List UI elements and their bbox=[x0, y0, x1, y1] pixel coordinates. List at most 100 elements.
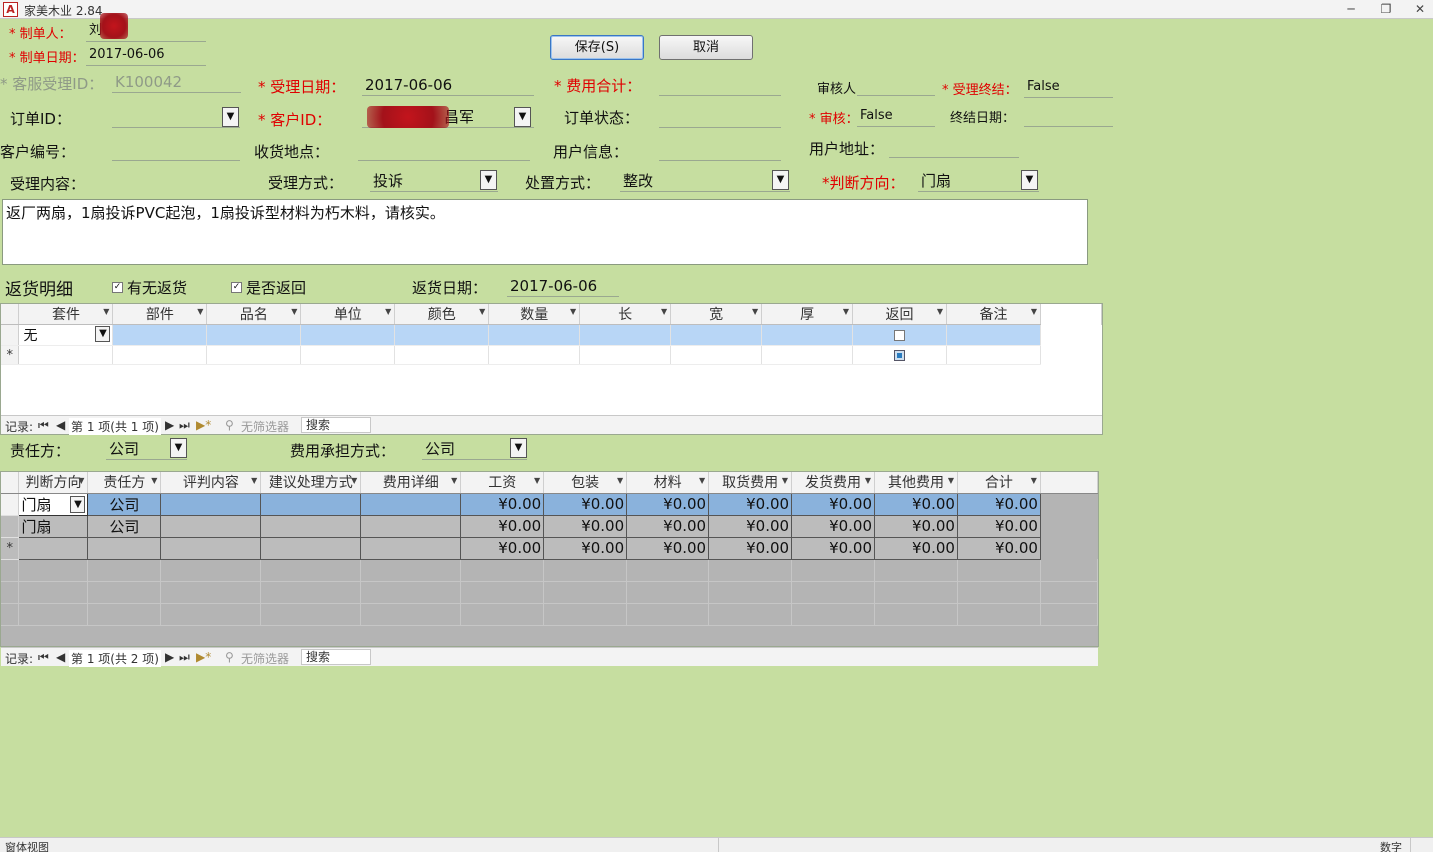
sort-arrow-icon[interactable]: ▼ bbox=[1031, 476, 1037, 485]
user-info-field[interactable] bbox=[659, 139, 781, 161]
next-record-icon[interactable]: ▶ bbox=[165, 418, 174, 432]
filter-icon[interactable]: ⚲ bbox=[225, 418, 234, 432]
total-cell[interactable]: ¥0.00 bbox=[957, 515, 1041, 538]
judge-dir-dropdown-icon[interactable]: ▼ bbox=[1021, 170, 1038, 190]
filter-status[interactable]: 无筛选器 bbox=[241, 650, 289, 667]
table-cell[interactable] bbox=[160, 537, 262, 560]
column-header[interactable]: 部件 ▼ bbox=[112, 304, 208, 325]
pickup-cell[interactable]: ¥0.00 bbox=[708, 537, 793, 560]
pack-cell[interactable]: ¥0.00 bbox=[543, 515, 628, 538]
bearing-dropdown-icon[interactable]: ▼ bbox=[510, 438, 527, 458]
table-cell[interactable] bbox=[360, 493, 462, 516]
cancel-button[interactable]: 取消 bbox=[659, 35, 753, 60]
total-cell[interactable]: ¥0.00 bbox=[957, 493, 1041, 516]
record-position[interactable]: 第 1 项(共 2 项) bbox=[69, 650, 161, 667]
order-id-dropdown-icon[interactable]: ▼ bbox=[222, 107, 239, 127]
ship-cell[interactable]: ¥0.00 bbox=[791, 493, 876, 516]
row-selector[interactable] bbox=[1, 324, 20, 346]
search-input[interactable]: 搜索 bbox=[301, 649, 371, 665]
table-cell[interactable] bbox=[160, 493, 262, 516]
column-header[interactable]: 备注 ▼ bbox=[946, 304, 1041, 325]
pickup-cell[interactable]: ¥0.00 bbox=[708, 515, 793, 538]
method-dropdown-icon[interactable]: ▼ bbox=[480, 170, 497, 190]
handling-field[interactable]: 整改 bbox=[620, 170, 790, 192]
order-status-field[interactable] bbox=[659, 106, 781, 128]
table-cell[interactable] bbox=[946, 324, 1041, 346]
table-cell[interactable] bbox=[260, 537, 362, 560]
other-cell[interactable]: ¥0.00 bbox=[874, 493, 958, 516]
sort-arrow-icon[interactable]: ▼ bbox=[1031, 307, 1037, 316]
table-cell[interactable] bbox=[260, 493, 362, 516]
column-header[interactable]: 费用详细 ▼ bbox=[360, 472, 462, 494]
party-cell[interactable]: 公司 bbox=[87, 493, 162, 516]
column-header[interactable]: 材料 ▼ bbox=[626, 472, 710, 494]
table-cell[interactable] bbox=[394, 345, 490, 365]
column-header[interactable]: 合计 ▼ bbox=[957, 472, 1041, 494]
table-cell[interactable] bbox=[112, 345, 208, 365]
return-date-field[interactable]: 2017-06-06 bbox=[507, 275, 619, 297]
material-cell[interactable]: ¥0.00 bbox=[626, 515, 710, 538]
judge-dir-cell[interactable]: 门扇 bbox=[18, 515, 89, 538]
column-header[interactable]: 建议处理方式 ▼ bbox=[260, 472, 362, 494]
sort-arrow-icon[interactable]: ▼ bbox=[534, 476, 540, 485]
table-cell[interactable] bbox=[670, 324, 763, 346]
sort-arrow-icon[interactable]: ▼ bbox=[843, 307, 849, 316]
column-header[interactable]: 发货费用 ▼ bbox=[791, 472, 876, 494]
column-header[interactable]: 长 ▼ bbox=[579, 304, 672, 325]
sort-arrow-icon[interactable]: ▼ bbox=[699, 476, 705, 485]
column-header[interactable]: 包装 ▼ bbox=[543, 472, 628, 494]
column-header[interactable]: 判断方向 ▼ bbox=[18, 472, 89, 494]
column-header[interactable]: 其他费用 ▼ bbox=[874, 472, 958, 494]
create-date-field[interactable]: 2017-06-06 bbox=[86, 44, 206, 66]
wage-cell[interactable]: ¥0.00 bbox=[460, 537, 545, 560]
sort-arrow-icon[interactable]: ▼ bbox=[197, 307, 203, 316]
sort-arrow-icon[interactable]: ▼ bbox=[479, 307, 485, 316]
table-cell[interactable] bbox=[761, 345, 854, 365]
ship-cell[interactable]: ¥0.00 bbox=[791, 537, 876, 560]
sort-arrow-icon[interactable]: ▼ bbox=[948, 476, 954, 485]
other-cell[interactable]: ¥0.00 bbox=[874, 515, 958, 538]
table-cell[interactable] bbox=[112, 324, 208, 346]
material-cell[interactable]: ¥0.00 bbox=[626, 537, 710, 560]
return-checkbox-cell[interactable] bbox=[852, 345, 948, 365]
table-cell[interactable] bbox=[300, 345, 396, 365]
table-cell[interactable] bbox=[206, 345, 302, 365]
search-input[interactable]: 搜索 bbox=[301, 417, 371, 433]
return-checkbox-cell[interactable] bbox=[852, 324, 948, 346]
column-header[interactable]: 责任方 ▼ bbox=[87, 472, 162, 494]
sort-arrow-icon[interactable]: ▼ bbox=[570, 307, 576, 316]
review-field[interactable]: False bbox=[857, 105, 935, 127]
handling-dropdown-icon[interactable]: ▼ bbox=[772, 170, 789, 190]
prev-record-icon[interactable]: ◀ bbox=[56, 418, 65, 432]
table-cell[interactable] bbox=[946, 345, 1041, 365]
sort-arrow-icon[interactable]: ▼ bbox=[251, 476, 257, 485]
table-cell[interactable] bbox=[488, 324, 581, 346]
record-position[interactable]: 第 1 项(共 1 项) bbox=[69, 418, 161, 435]
sort-arrow-icon[interactable]: ▼ bbox=[752, 307, 758, 316]
method-field[interactable]: 投诉 bbox=[370, 170, 498, 192]
sort-arrow-icon[interactable]: ▼ bbox=[451, 476, 457, 485]
customer-no-field[interactable] bbox=[112, 139, 240, 161]
judge-dir-cell-dropdown-icon[interactable]: ▼ bbox=[70, 495, 86, 513]
reviewer-field[interactable] bbox=[857, 74, 935, 96]
first-record-icon[interactable]: ⏮ bbox=[38, 418, 49, 433]
column-header[interactable]: 评判内容 ▼ bbox=[160, 472, 262, 494]
row-selector[interactable] bbox=[1, 515, 20, 538]
column-header[interactable]: 品名 ▼ bbox=[206, 304, 302, 325]
wage-cell[interactable]: ¥0.00 bbox=[460, 493, 545, 516]
table-cell[interactable] bbox=[300, 324, 396, 346]
table-cell[interactable] bbox=[579, 345, 672, 365]
sort-arrow-icon[interactable]: ▼ bbox=[617, 476, 623, 485]
other-cell[interactable]: ¥0.00 bbox=[874, 537, 958, 560]
sort-arrow-icon[interactable]: ▼ bbox=[291, 307, 297, 316]
table-cell[interactable] bbox=[260, 515, 362, 538]
sort-arrow-icon[interactable]: ▼ bbox=[103, 307, 109, 316]
table-cell[interactable] bbox=[160, 515, 262, 538]
sort-arrow-icon[interactable]: ▼ bbox=[351, 476, 357, 485]
sort-arrow-icon[interactable]: ▼ bbox=[865, 476, 871, 485]
new-record-marker[interactable]: * bbox=[1, 345, 20, 365]
sort-arrow-icon[interactable]: ▼ bbox=[78, 476, 84, 485]
save-button[interactable]: 保存(S) bbox=[550, 35, 644, 60]
column-header[interactable]: 宽 ▼ bbox=[670, 304, 763, 325]
party-dropdown-icon[interactable]: ▼ bbox=[170, 438, 187, 458]
